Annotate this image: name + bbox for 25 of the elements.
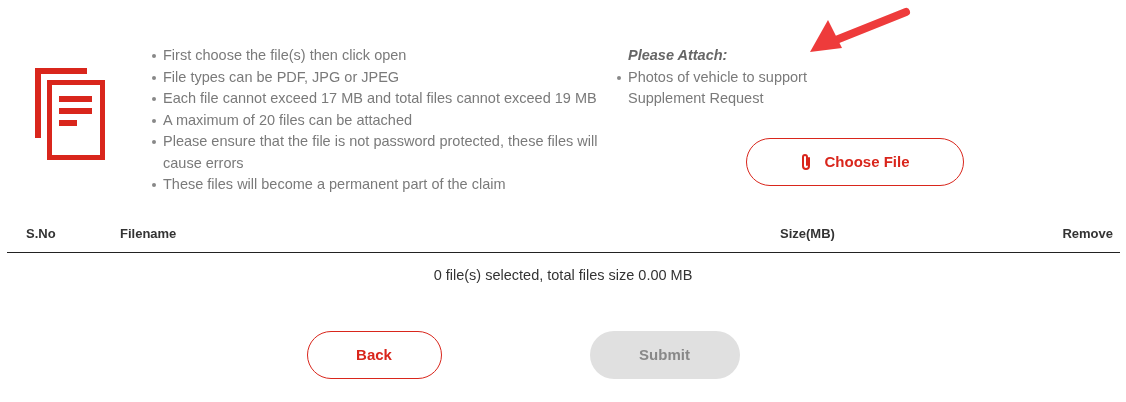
attach-item: Photos of vehicle to support Supplement Request — [628, 67, 808, 108]
column-header: Remove — [1062, 225, 1113, 241]
instruction-text: Each file cannot exceed 17 MB and total files cannot exceed 19 MB — [163, 89, 597, 108]
instruction-text: Please ensure that the file is not password protected, these files will cause errors — [163, 132, 599, 173]
back-button[interactable]: Back — [306, 330, 442, 379]
bullet-icon — [152, 75, 156, 80]
bullet-icon — [152, 140, 156, 144]
summary-text: 0 file(s) selected, total files size 0.00 MB — [433, 266, 693, 283]
bullet-icon — [152, 183, 156, 187]
choose-file-button[interactable]: Choose File — [746, 137, 964, 186]
bullet-icon — [617, 75, 621, 80]
instruction-text: These files will become a permanent part of the claim — [163, 175, 506, 194]
arrow-icon — [810, 8, 910, 52]
column-header: S.No — [26, 225, 57, 241]
instruction-text: A maximum of 20 files can be attached — [163, 110, 413, 130]
documents-icon — [35, 68, 105, 160]
instruction-text: File types can be PDF, JPG or JPEG — [163, 67, 400, 87]
column-header: Filename — [120, 225, 178, 241]
bullet-icon — [152, 118, 156, 123]
bullet-icon — [152, 97, 156, 101]
column-header: Size(MB) — [780, 225, 836, 241]
instruction-text: First choose the file(s) then click open — [163, 46, 407, 65]
bullet-icon — [152, 54, 156, 58]
attach-heading: Please Attach: — [628, 46, 728, 65]
paperclip-icon — [800, 152, 813, 171]
